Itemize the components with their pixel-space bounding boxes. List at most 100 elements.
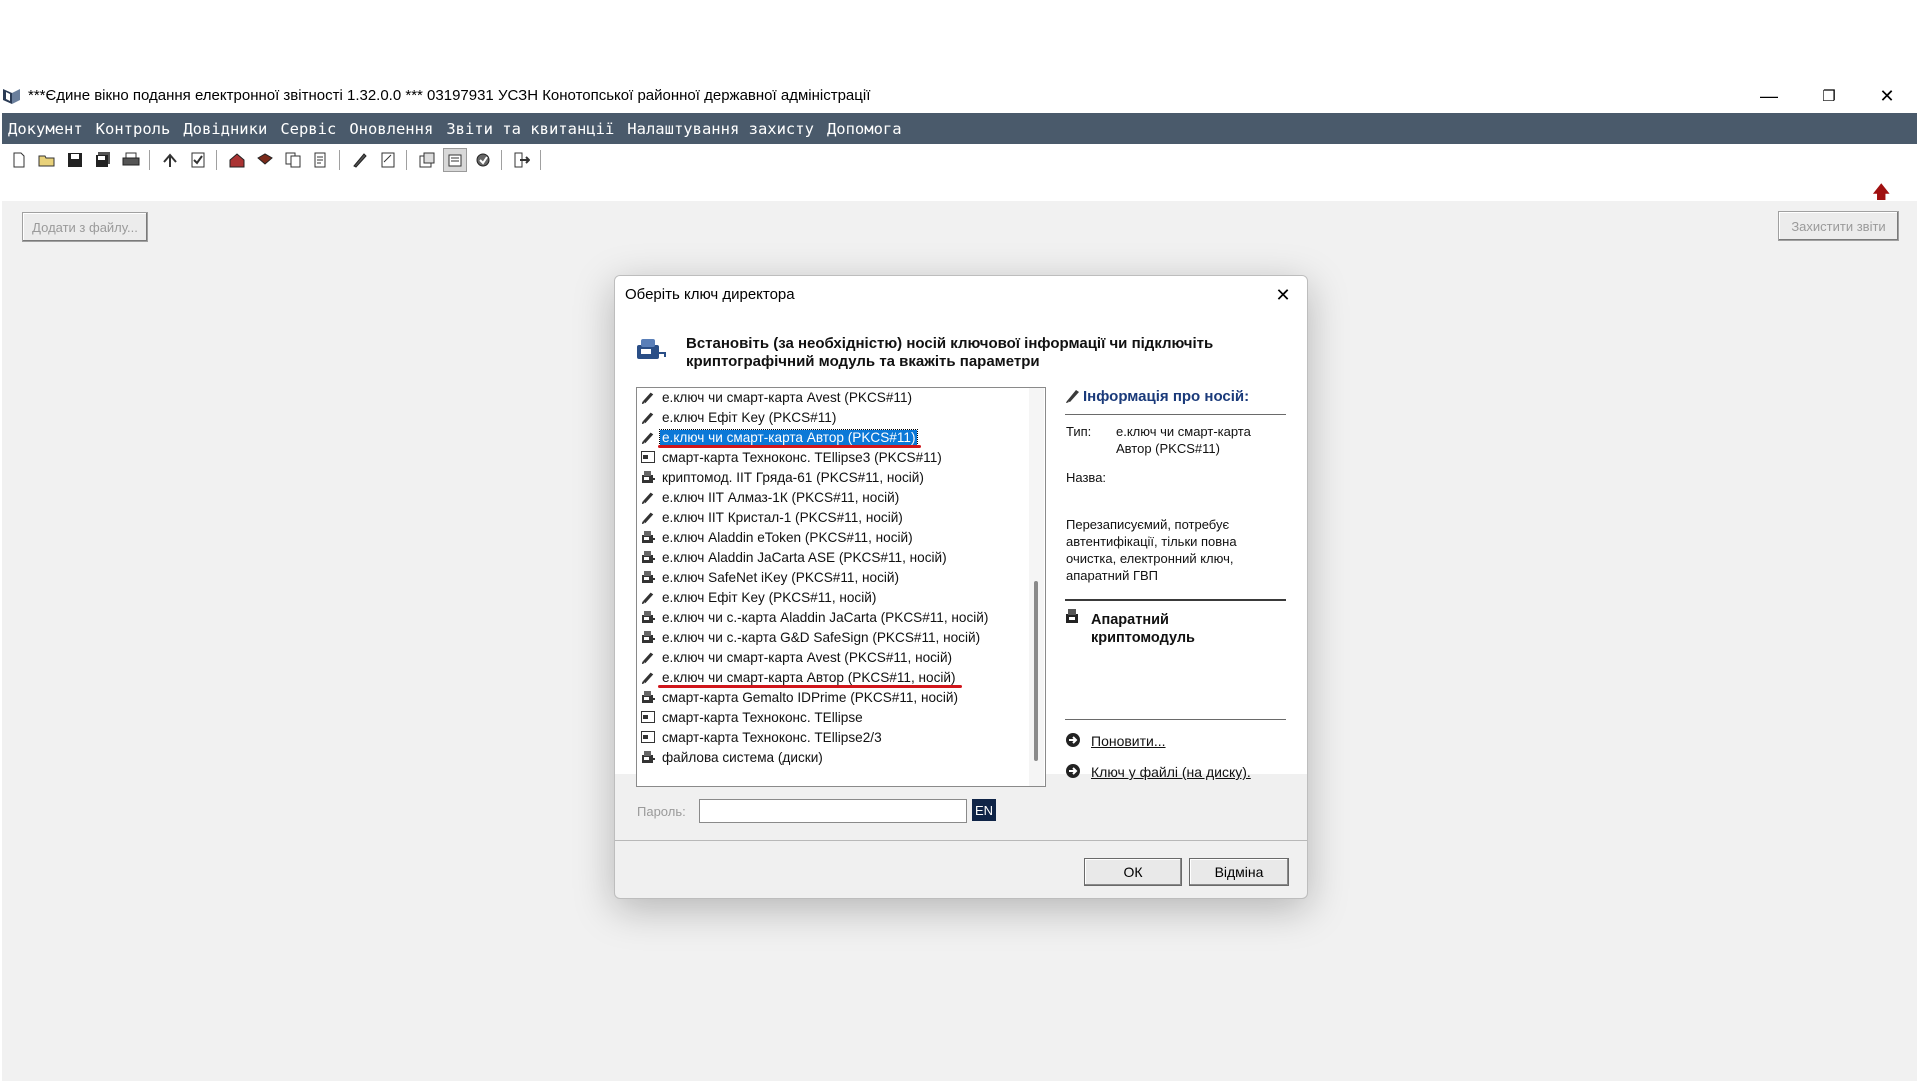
password-label: Пароль:: [637, 804, 686, 819]
media-list-item[interactable]: смарт-карта Техноконс. TEllipse: [637, 707, 1029, 727]
media-list-item[interactable]: е.ключ Aladdin JaCarta ASE (PKCS#11, нос…: [637, 547, 1029, 567]
menu-help[interactable]: Допомога: [821, 120, 909, 138]
verify-icon[interactable]: [377, 149, 399, 171]
send-icon[interactable]: [159, 149, 181, 171]
media-list-item[interactable]: е.ключ Ефіт Key (PKCS#11): [637, 407, 1029, 427]
receipt-icon[interactable]: [310, 149, 332, 171]
menu-updates[interactable]: Оновлення: [343, 120, 440, 138]
media-list-item-label: е.ключ Aladdin JaCarta ASE (PKCS#11, нос…: [662, 549, 947, 565]
media-list-item[interactable]: смарт-карта Gemalto IDPrime (PKCS#11, но…: [637, 687, 1029, 707]
scrollbar-thumb[interactable]: [1034, 581, 1038, 761]
media-description: Перезаписуємий, потребує автентифікації,…: [1066, 517, 1237, 583]
media-list-item[interactable]: е.ключ чи с.-карта Aladdin JaCarta (PKCS…: [637, 607, 1029, 627]
pen-icon: [640, 409, 656, 425]
media-list-item-label: е.ключ чи с.-карта G&D SafeSign (PKCS#11…: [662, 629, 981, 645]
save-all-icon[interactable]: [92, 149, 114, 171]
add-from-file-button[interactable]: Додати з файлу...: [22, 212, 148, 242]
arrow-right-icon: [1066, 733, 1080, 747]
media-name-label: Назва:: [1066, 470, 1107, 485]
up-arrow-icon[interactable]: 🡅: [1872, 180, 1891, 210]
media-list-item-label: е.ключ ІІТ Кристал-1 (PKCS#11, носій): [662, 509, 903, 525]
card-icon: [640, 449, 656, 465]
dialog-close-button[interactable]: ✕: [1269, 282, 1297, 308]
media-list-item[interactable]: е.ключ ІІТ Кристал-1 (PKCS#11, носій): [637, 507, 1029, 527]
file-key-link[interactable]: Ключ у файлі (на диску).: [1091, 764, 1251, 780]
menu-reports[interactable]: Звіти та квитанції: [440, 120, 621, 138]
copy-icon[interactable]: [282, 149, 304, 171]
device-icon: [640, 749, 656, 765]
sign-icon[interactable]: [349, 149, 371, 171]
media-list-item[interactable]: криптомод. ІІТ Гряда-61 (PKCS#11, носій): [637, 467, 1029, 487]
book-icon[interactable]: [254, 149, 276, 171]
media-list-item[interactable]: е.ключ чи смарт-карта Автор (PKCS#11, но…: [637, 667, 1029, 688]
dialog-title: Оберіть ключ директора: [625, 286, 795, 303]
media-list-item[interactable]: е.ключ SafeNet iKey (PKCS#11, носій): [637, 567, 1029, 587]
pen-icon: [640, 389, 656, 405]
check-icon[interactable]: [187, 149, 209, 171]
info-divider: [1065, 414, 1286, 415]
select-key-dialog: Оберіть ключ директора ✕ Встановіть (за …: [614, 275, 1308, 899]
restore-button[interactable]: ❐: [1800, 82, 1858, 110]
window-title: ***Єдине вікно подання електронної звітн…: [28, 87, 871, 104]
close-window-button[interactable]: ✕: [1858, 82, 1916, 110]
toolbar-separator: [149, 150, 150, 170]
media-list-item-label: криптомод. ІІТ Гряда-61 (PKCS#11, носій): [662, 469, 924, 485]
dialog-title-bar: Оберіть ключ директора ✕: [615, 276, 1307, 314]
hardware-module-label: Апаратний криптомодуль: [1091, 612, 1195, 646]
menu-control[interactable]: Контроль: [90, 120, 178, 138]
media-list-item[interactable]: файлова система (диски): [637, 747, 1029, 767]
pen-icon: [640, 649, 656, 665]
save-icon[interactable]: [64, 149, 86, 171]
dialog-instructions: Встановіть (за необхідністю) носій ключо…: [686, 335, 1214, 370]
title-bar: ***Єдине вікно подання електронної звітн…: [0, 82, 1920, 110]
media-list-item[interactable]: е.ключ Aladdin eToken (PKCS#11, носій): [637, 527, 1029, 547]
pen-icon: [640, 489, 656, 505]
toolbar-separator: [216, 150, 217, 170]
key-device-icon: [637, 339, 666, 359]
house-icon[interactable]: [226, 149, 248, 171]
media-list-item-label: смарт-карта Техноконс. TEllipse: [662, 709, 863, 725]
media-list[interactable]: е.ключ чи смарт-карта Avest (PKCS#11) е.к…: [636, 387, 1046, 787]
media-list-item-label: е.ключ ІІТ Алмаз-1К (PKCS#11, носій): [662, 489, 900, 505]
media-list-item-label: е.ключ чи смарт-карта Автор (PKCS#11): [658, 428, 919, 446]
media-list-item[interactable]: е.ключ чи смарт-карта Автор (PKCS#11): [637, 427, 1029, 448]
media-list-item-label: смарт-карта Техноконс. TEllipse2/3: [662, 729, 882, 745]
media-list-item[interactable]: смарт-карта Техноконс. TEllipse2/3: [637, 727, 1029, 747]
media-type-label: Тип:: [1066, 424, 1092, 439]
settings-icon[interactable]: [416, 149, 438, 171]
new-doc-icon[interactable]: [8, 149, 30, 171]
media-list-item[interactable]: е.ключ чи смарт-карта Avest (PKCS#11, но…: [637, 647, 1029, 667]
dialog-footer-divider: [615, 840, 1307, 841]
menu-bar: Документ Контроль Довідники Сервіс Оновл…: [2, 113, 1917, 144]
protect-reports-button[interactable]: Захистити звіти: [1778, 211, 1899, 241]
pen-icon: [640, 509, 656, 525]
media-list-item-label: смарт-карта Техноконс. TEllipse3 (PKCS#1…: [662, 449, 942, 465]
media-list-items: е.ключ чи смарт-карта Avest (PKCS#11) е.к…: [637, 388, 1029, 767]
device-icon: [640, 569, 656, 585]
open-folder-icon[interactable]: [36, 149, 58, 171]
media-list-item[interactable]: е.ключ чи с.-карта G&D SafeSign (PKCS#11…: [637, 627, 1029, 647]
menu-document[interactable]: Документ: [2, 120, 90, 138]
menu-directories[interactable]: Довідники: [177, 120, 274, 138]
protect-icon[interactable]: [472, 149, 494, 171]
media-list-item[interactable]: е.ключ Ефіт Key (PKCS#11, носій): [637, 587, 1029, 607]
media-list-item[interactable]: е.ключ чи смарт-карта Avest (PKCS#11): [637, 388, 1029, 407]
ok-button[interactable]: ОК: [1084, 858, 1182, 886]
menu-protection-settings[interactable]: Налаштування захисту: [621, 120, 821, 138]
cancel-button[interactable]: Відміна: [1189, 858, 1289, 886]
minimize-button[interactable]: —: [1740, 82, 1798, 110]
device-icon: [640, 629, 656, 645]
toolbar-separator: [540, 150, 541, 170]
exit-icon[interactable]: [511, 149, 533, 171]
media-list-item[interactable]: смарт-карта Техноконс. TEllipse3 (PKCS#1…: [637, 447, 1029, 467]
refresh-link[interactable]: Поновити...: [1091, 733, 1166, 749]
media-list-item[interactable]: е.ключ ІІТ Алмаз-1К (PKCS#11, носій): [637, 487, 1029, 507]
card-icon: [640, 709, 656, 725]
print-icon[interactable]: [120, 149, 142, 171]
device-icon: [640, 549, 656, 565]
media-list-scrollbar[interactable]: [1029, 388, 1044, 786]
menu-service[interactable]: Сервіс: [274, 120, 343, 138]
archive-icon[interactable]: [443, 148, 467, 172]
toolbar: [2, 146, 1917, 174]
password-input[interactable]: [699, 799, 967, 823]
